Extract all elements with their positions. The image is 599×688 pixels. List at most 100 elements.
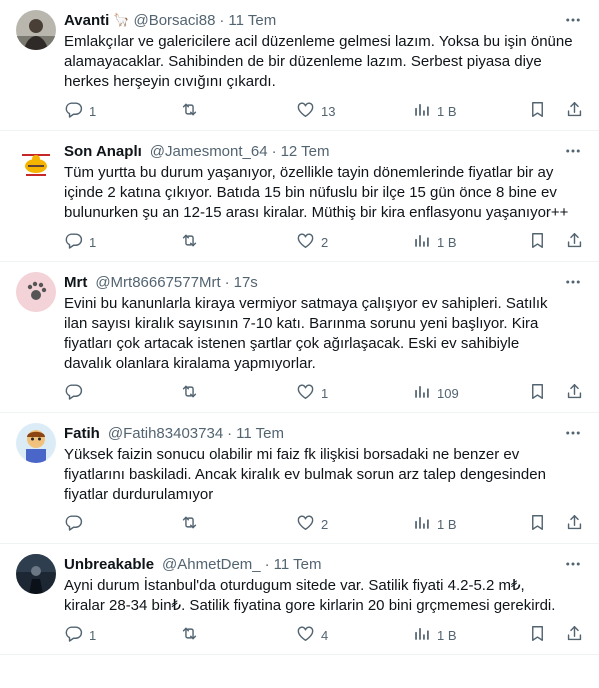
tweet-actions: 2 1 B [64, 505, 584, 543]
bookmark-button[interactable] [528, 513, 547, 535]
display-name[interactable]: Mrt [64, 274, 87, 291]
separator-dot: · [224, 273, 230, 291]
display-name[interactable]: Avanti [64, 12, 109, 29]
like-button[interactable]: 2 [296, 513, 412, 535]
more-icon[interactable] [563, 554, 583, 574]
tweet-text: Emlakçılar ve galericilere acil düzenlem… [64, 32, 584, 92]
tweet[interactable]: Fatih @Fatih83403734 · 11 Tem Yüksek fai… [0, 413, 599, 544]
timestamp[interactable]: 17s [234, 274, 258, 291]
user-handle[interactable]: @Fatih83403734 [108, 425, 223, 442]
retweet-button[interactable] [180, 100, 296, 122]
views-count: 1 B [437, 516, 457, 532]
share-button[interactable] [565, 231, 584, 253]
tweet-text-line: fiyatları çok artacak istenen şartlar ço… [64, 335, 520, 352]
separator-dot: · [219, 11, 225, 29]
bookmark-button[interactable] [528, 231, 547, 253]
views-button[interactable]: 1 B [412, 231, 528, 253]
reply-count: 1 [89, 234, 97, 250]
heart-icon [296, 231, 315, 253]
separator-dot: · [271, 142, 277, 160]
like-count: 2 [321, 516, 329, 532]
views-icon [412, 100, 431, 122]
tweet-text-line: içinde 2 katına çıkıyor. Batıda 15 bin n… [64, 184, 557, 201]
bookmark-button[interactable] [528, 100, 547, 122]
bookmark-button[interactable] [528, 382, 547, 404]
avatar[interactable] [16, 554, 56, 594]
bookmark-icon [528, 100, 547, 122]
tweet-header: Avanti 🦙 @Borsaci88 · 11 Tem [64, 10, 583, 30]
retweet-button[interactable] [180, 231, 296, 253]
tweet-header: Son Anaplı @Jamesmont_64 · 12 Tem [64, 141, 583, 161]
share-button[interactable] [565, 624, 584, 646]
bookmark-icon [528, 231, 547, 253]
more-icon[interactable] [563, 10, 583, 30]
retweet-icon [180, 100, 199, 122]
views-icon [412, 382, 431, 404]
like-count: 1 [321, 385, 329, 401]
like-button[interactable]: 13 [296, 100, 412, 122]
tweet[interactable]: Unbreakable @AhmetDem_ · 11 Tem Ayni dur… [0, 544, 599, 655]
share-icon [565, 513, 584, 535]
reply-button[interactable] [64, 513, 180, 535]
views-button[interactable]: 1 B [412, 513, 528, 535]
reply-button[interactable]: 1 [64, 624, 180, 646]
tweet[interactable]: Mrt @Mrt86667577Mrt · 17s Evini bu kanun… [0, 262, 599, 413]
display-name[interactable]: Fatih [64, 425, 100, 442]
display-name[interactable]: Son Anaplı [64, 143, 142, 160]
views-icon [412, 624, 431, 646]
display-name[interactable]: Unbreakable [64, 556, 154, 573]
tweet[interactable]: Son Anaplı @Jamesmont_64 · 12 Tem Tüm yu… [0, 131, 599, 262]
retweet-icon [180, 231, 199, 253]
retweet-button[interactable] [180, 382, 296, 404]
views-button[interactable]: 1 B [412, 624, 528, 646]
tweet-text: Evini bu kanunlarla kiraya vermiyor satm… [64, 294, 584, 374]
like-button[interactable]: 2 [296, 231, 412, 253]
views-button[interactable]: 1 B [412, 100, 528, 122]
user-handle[interactable]: @Mrt86667577Mrt [95, 274, 220, 291]
avatar[interactable] [16, 141, 56, 181]
reply-button[interactable]: 1 [64, 100, 180, 122]
tweet-text-line: Evini bu kanunlarla kiraya vermiyor satm… [64, 295, 548, 312]
secondary-actions [528, 231, 584, 253]
heart-icon [296, 382, 315, 404]
like-button[interactable]: 4 [296, 624, 412, 646]
timestamp[interactable]: 11 Tem [274, 556, 322, 573]
tweet-text-line: fiyatlarını baskiladi. Ancak kiralık ev … [64, 466, 546, 483]
bookmark-button[interactable] [528, 624, 547, 646]
retweet-button[interactable] [180, 513, 296, 535]
avatar[interactable] [16, 423, 56, 463]
reply-icon [64, 624, 83, 646]
reply-button[interactable] [64, 382, 180, 404]
more-icon[interactable] [563, 141, 583, 161]
reply-icon [64, 513, 83, 535]
bookmark-icon [528, 624, 547, 646]
views-button[interactable]: 109 [412, 382, 528, 404]
more-icon[interactable] [563, 272, 583, 292]
avatar[interactable] [16, 10, 56, 50]
tweet-actions: 1 4 1 B [64, 616, 584, 654]
user-handle[interactable]: @AhmetDem_ [162, 556, 261, 573]
user-handle[interactable]: @Borsaci88 [133, 12, 215, 29]
timestamp[interactable]: 11 Tem [228, 12, 276, 29]
tweet-text-line: Yüksek faizin sonucu olabilir mi faiz fk… [64, 446, 520, 463]
share-button[interactable] [565, 382, 584, 404]
timestamp[interactable]: 12 Tem [281, 143, 330, 160]
more-icon[interactable] [563, 423, 583, 443]
reply-icon [64, 100, 83, 122]
share-button[interactable] [565, 100, 584, 122]
user-handle[interactable]: @Jamesmont_64 [150, 143, 268, 160]
like-button[interactable]: 1 [296, 382, 412, 404]
avatar[interactable] [16, 272, 56, 312]
timestamp[interactable]: 11 Tem [236, 425, 284, 442]
tweet-text-line: alamayacaklar. Sahibinden de bir düzenle… [64, 53, 542, 70]
tweet[interactable]: Avanti 🦙 @Borsaci88 · 11 Tem Emlakçılar … [0, 0, 599, 131]
badge-emoji: 🦙 [113, 12, 130, 27]
retweet-icon [180, 624, 199, 646]
retweet-button[interactable] [180, 624, 296, 646]
reply-button[interactable]: 1 [64, 231, 180, 253]
reply-count: 1 [89, 103, 97, 119]
secondary-actions [528, 624, 584, 646]
share-button[interactable] [565, 513, 584, 535]
like-count: 4 [321, 627, 329, 643]
tweet-header: Mrt @Mrt86667577Mrt · 17s [64, 272, 583, 292]
